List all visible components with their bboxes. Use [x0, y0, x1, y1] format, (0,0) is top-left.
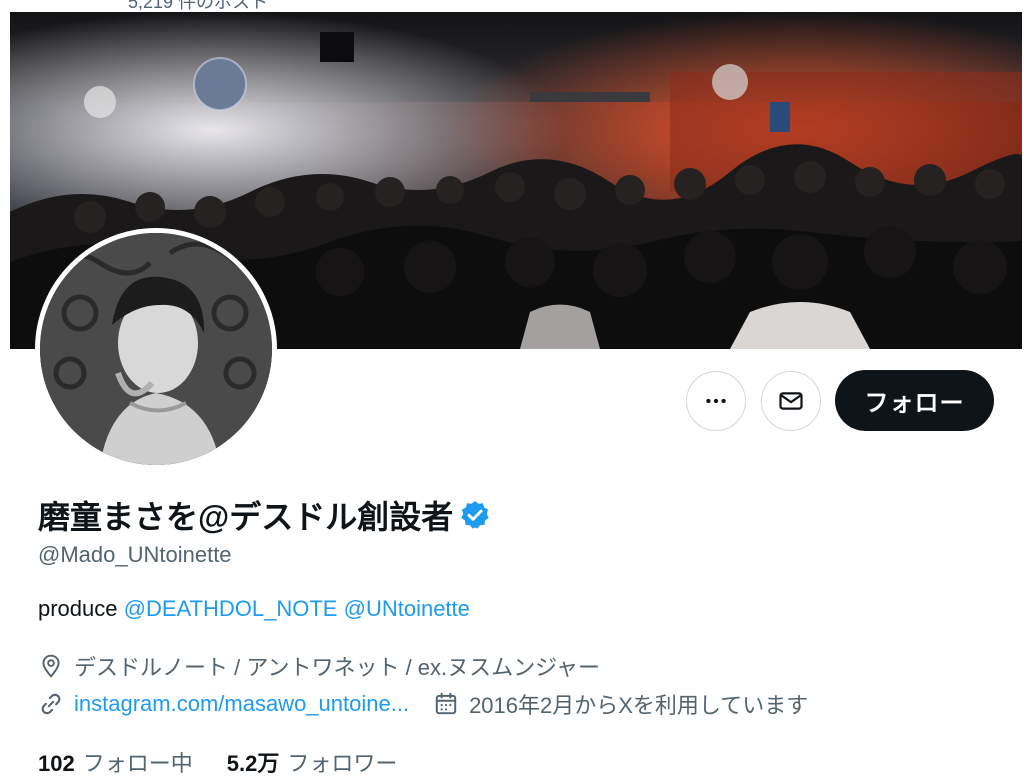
- bio-text: produce: [38, 596, 124, 621]
- display-name: 磨童まさを@デスドル創設者: [38, 499, 454, 535]
- following-link[interactable]: 102 フォロー中: [38, 746, 193, 778]
- verified-badge-icon[interactable]: [459, 499, 491, 531]
- post-count: 5,219 件のポスト: [128, 0, 269, 12]
- follow-stats: 102 フォロー中 5.2万 フォロワー: [38, 746, 397, 778]
- link-icon: [38, 691, 64, 717]
- joined-date: 2016年2月からXを利用しています: [469, 693, 809, 718]
- following-count: 102: [38, 751, 75, 776]
- followers-count: 5.2万: [226, 751, 280, 776]
- user-handle: @Mado_UNtoinette: [38, 542, 232, 567]
- profile-avatar[interactable]: [35, 228, 277, 470]
- followers-label: フォロワー: [287, 751, 398, 776]
- more-dots-icon: [706, 398, 726, 404]
- website-link[interactable]: instagram.com/masawo_untoine...: [74, 691, 409, 717]
- more-options-button[interactable]: [686, 371, 746, 431]
- profile-bio: produce @DEATHDOL_NOTE @UNtoinette: [38, 596, 470, 622]
- top-header-strip: 5,219 件のポスト: [0, 0, 1024, 12]
- bio-mention-untoinette[interactable]: @UNtoinette: [344, 596, 470, 621]
- location-text: デスドルノート / アントワネット / ex.ヌスムンジャー: [74, 655, 601, 680]
- profile-location-row: デスドルノート / アントワネット / ex.ヌスムンジャー: [38, 650, 600, 682]
- profile-meta-row: instagram.com/masawo_untoine... 2016年2月か…: [38, 688, 808, 720]
- bio-mention-deathdol[interactable]: @DEATHDOL_NOTE: [124, 596, 338, 621]
- mail-icon: [779, 392, 803, 410]
- follow-button[interactable]: フォロー: [835, 370, 994, 431]
- message-button[interactable]: [761, 371, 821, 431]
- avatar-image: [40, 233, 272, 465]
- calendar-icon: [433, 691, 459, 717]
- following-label: フォロー中: [82, 751, 193, 776]
- followers-link[interactable]: 5.2万 フォロワー: [227, 746, 398, 778]
- display-name-row: 磨童まさを@デスドル創設者: [38, 492, 491, 538]
- location-pin-icon: [38, 653, 64, 679]
